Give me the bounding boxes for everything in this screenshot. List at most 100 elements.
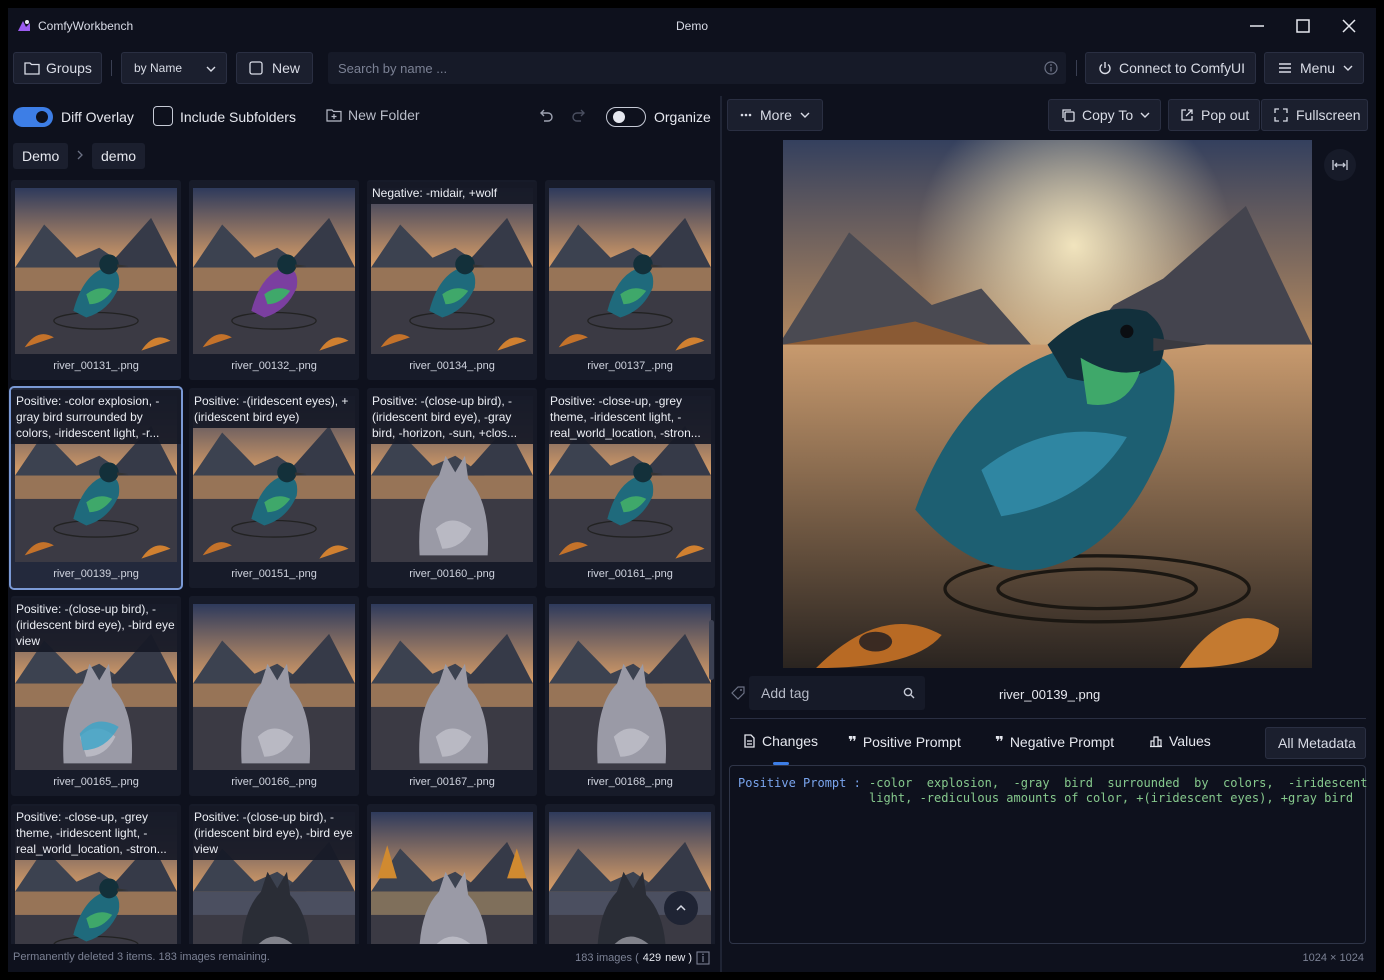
metadata-value: -color explosion, -gray bird surrounded … [869, 776, 1368, 805]
thumbnail-filename: river_00165_.png [53, 776, 139, 788]
organize-toggle[interactable] [606, 107, 646, 127]
chevron-up-icon [676, 904, 686, 911]
include-subfolders-checkbox[interactable] [153, 106, 173, 126]
gallery-tile[interactable]: Positive: -(close-up bird), -(iridescent… [11, 596, 181, 796]
info-icon[interactable] [696, 951, 710, 965]
status-message: Permanently deleted 3 items. 183 images … [13, 951, 270, 963]
thumbnail-filename: river_00160_.png [409, 568, 495, 580]
breadcrumb-root-label: Demo [22, 148, 60, 164]
tab-changes-label: Changes [762, 733, 819, 749]
breadcrumb-current-label: demo [101, 148, 137, 164]
image-dimensions: 1024 × 1024 [1302, 952, 1364, 964]
gallery-tile[interactable]: river_00166_.png [189, 596, 359, 796]
tab-values[interactable]: Values [1149, 733, 1211, 749]
tag-icon [731, 686, 745, 700]
gallery-tile[interactable]: river_00167_.png [367, 596, 537, 796]
fullscreen-label: Fullscreen [1296, 107, 1361, 123]
all-metadata-label: All Metadata [1278, 735, 1356, 751]
gallery-tile[interactable]: river_00132_.png [189, 180, 359, 380]
count-prefix: 183 images ( [575, 952, 639, 964]
thumbnail-filename: river_00168_.png [587, 776, 673, 788]
search-input[interactable] [328, 52, 1018, 84]
app-window: ComfyWorkbench Demo Groups by Name New C… [8, 8, 1376, 972]
toolbar-separator [111, 60, 112, 76]
close-button[interactable] [1326, 8, 1372, 44]
diff-overlay-text: Negative: -midair, +wolf [367, 182, 537, 204]
gallery-tile[interactable]: Positive: -close-up, -grey theme, -iride… [545, 388, 715, 588]
diff-overlay-text: Positive: -close-up, -grey theme, -iride… [11, 806, 181, 860]
gallery-tile[interactable]: Positive: -(close-up bird), -(iridescent… [367, 388, 537, 588]
thumbnail-image [15, 188, 177, 354]
folder-icon [24, 62, 40, 75]
maximize-button[interactable] [1280, 8, 1326, 44]
app-logo-icon [18, 20, 30, 31]
count-suffix: new ) [665, 952, 692, 964]
chevron-down-icon [800, 112, 810, 118]
sort-dropdown[interactable]: by Name [121, 52, 227, 84]
tab-changes[interactable]: Changes [742, 733, 818, 749]
thumbnail-filename: river_00139_.png [53, 568, 139, 580]
quote-icon: ❞ [995, 734, 1004, 751]
gallery-scrollbar[interactable] [709, 620, 714, 680]
gallery-tile[interactable]: Negative: -midair, +wolf river_00134_.png [367, 180, 537, 380]
status-bar: Permanently deleted 3 items. 183 images … [8, 944, 720, 972]
tab-negative-prompt[interactable]: ❞ Negative Prompt [995, 733, 1114, 751]
tab-positive-prompt[interactable]: ❞ Positive Prompt [848, 733, 961, 751]
info-icon[interactable] [1044, 61, 1058, 75]
chevron-down-icon [1343, 65, 1353, 71]
gallery-tile[interactable]: Positive: -(iridescent eyes), +(iridesce… [189, 388, 359, 588]
metadata-tabs: Changes ❞ Positive Prompt ❞ Negative Pro… [730, 718, 1366, 764]
preview-image[interactable] [783, 140, 1312, 668]
folder-add-icon [326, 109, 342, 122]
bar-chart-icon [1150, 736, 1162, 748]
fit-width-icon [1332, 160, 1348, 170]
fullscreen-icon [1274, 108, 1288, 122]
diff-overlay-text: Positive: -color explosion, -gray bird s… [11, 390, 181, 444]
gallery-tile[interactable]: river_00168_.png [545, 596, 715, 796]
window-title: Demo [675, 19, 708, 33]
diff-overlay-text: Positive: -(close-up bird), -(iridescent… [367, 390, 537, 444]
gallery-tile[interactable] [367, 804, 537, 944]
scroll-to-top-button[interactable] [664, 891, 698, 925]
diff-overlay-label: Diff Overlay [61, 109, 134, 125]
connect-comfyui-button[interactable]: Connect to ComfyUI [1085, 52, 1256, 84]
chevron-right-icon [77, 150, 83, 160]
gallery-tile[interactable]: Positive: -(close-up bird), -(iridescent… [189, 804, 359, 944]
power-icon [1099, 62, 1111, 75]
menu-button[interactable]: Menu [1264, 52, 1364, 84]
new-folder-button[interactable]: New Folder [326, 107, 420, 123]
copy-to-button[interactable]: Copy To [1048, 99, 1161, 131]
gallery-tile[interactable] [545, 804, 715, 944]
sort-label: by Name [134, 61, 183, 75]
gallery-tile[interactable]: river_00131_.png [11, 180, 181, 380]
all-metadata-button[interactable]: All Metadata [1265, 727, 1366, 759]
gallery-tile[interactable]: Positive: -color explosion, -gray bird s… [9, 386, 183, 590]
thumbnail-image [549, 604, 711, 770]
breadcrumb-current[interactable]: demo [92, 143, 146, 169]
diff-overlay-text: Positive: -(close-up bird), -(iridescent… [189, 806, 359, 860]
new-label: New [272, 60, 301, 76]
redo-icon[interactable] [571, 108, 587, 124]
gallery-tile[interactable]: river_00137_.png [545, 180, 715, 380]
thumbnail-image [549, 812, 711, 944]
search-icon[interactable] [903, 687, 915, 699]
organize-label: Organize [654, 109, 711, 125]
minimize-button[interactable] [1234, 8, 1280, 44]
add-tag-input[interactable] [749, 676, 889, 710]
thumbnail-filename: river_00131_.png [53, 360, 139, 372]
tab-negative-label: Negative Prompt [1009, 734, 1115, 750]
more-label: More [760, 107, 792, 123]
groups-button[interactable]: Groups [13, 52, 102, 84]
gallery-tile[interactable]: Positive: -close-up, -grey theme, -iride… [11, 804, 181, 944]
undo-icon[interactable] [538, 108, 554, 124]
panel-divider[interactable] [720, 96, 722, 972]
image-count: 183 images ( 429 new ) [575, 951, 710, 965]
breadcrumb-root[interactable]: Demo [13, 143, 69, 169]
fit-width-button[interactable] [1324, 149, 1356, 181]
pop-out-button[interactable]: Pop out [1168, 99, 1260, 131]
fullscreen-button[interactable]: Fullscreen [1261, 99, 1368, 131]
diff-overlay-toggle[interactable] [13, 107, 53, 127]
new-button[interactable]: New [236, 52, 313, 84]
more-button[interactable]: More [727, 99, 823, 131]
thumbnail-image [193, 188, 355, 354]
